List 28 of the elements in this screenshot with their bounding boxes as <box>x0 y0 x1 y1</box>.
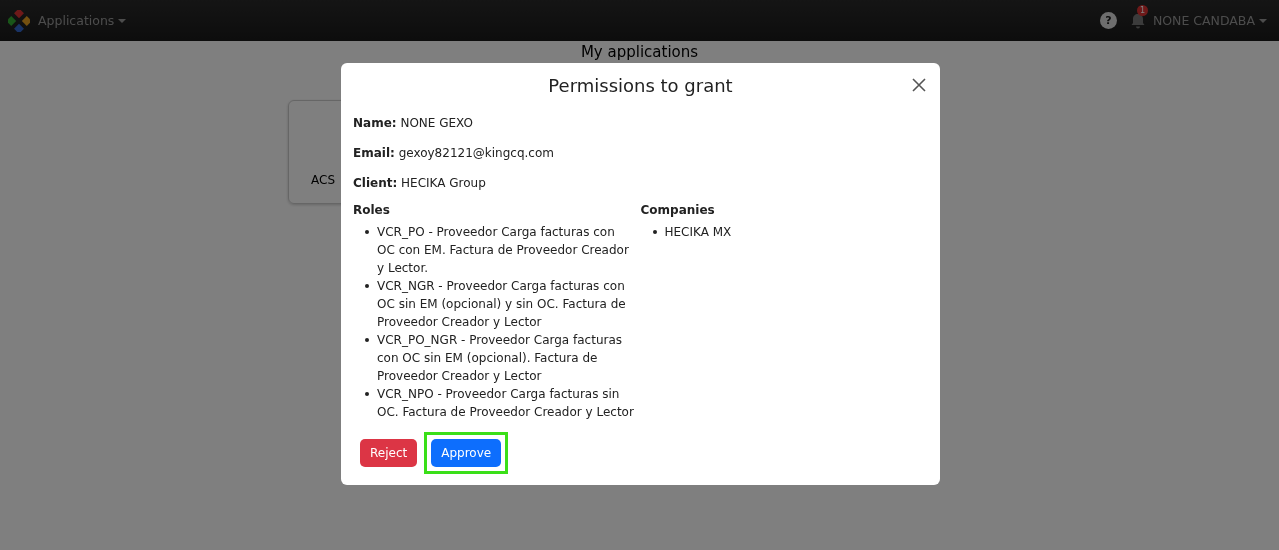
user-menu[interactable]: NONE CANDABA <box>1152 13 1267 28</box>
bullet-icon <box>652 230 657 234</box>
section-heading: Roles <box>353 203 391 217</box>
bullet-icon <box>365 284 369 288</box>
role-item: VCR_NGR - Proveedor Carga facturas con OC sin EM (opcional) y sin OC. Factura de Proveedor Creador y Lector <box>377 278 627 331</box>
detail-text: Name: NONE GEXO <box>353 115 474 131</box>
modal-title: Permissions to grant <box>548 75 733 96</box>
role-item: VCR_PO_NGR - Proveedor Carga facturas con OC sin EM (opcional). Factura de Proveedor Creador y Lector <box>377 332 624 385</box>
caret-icon <box>1259 18 1267 23</box>
approve-button[interactable]: Approve <box>431 439 502 467</box>
applications-menu[interactable]: Applications <box>38 13 127 28</box>
notification-badge: 1 <box>1136 4 1148 16</box>
role-item: VCR_PO - Proveedor Carga facturas con OC con EM. Factura de Proveedor Creador y Lector. <box>377 224 630 277</box>
caret-icon <box>118 18 127 23</box>
role-item: VCR_NPO - Proveedor Carga facturas sin OC. Factura de Proveedor Creador y Lector <box>377 386 635 421</box>
close-icon[interactable] <box>912 78 926 92</box>
detail-text: Client: HECIKA Group <box>353 175 487 191</box>
app-card-label: ACS <box>311 173 335 187</box>
bullet-icon <box>365 338 369 342</box>
logo-icon <box>8 9 30 32</box>
detail-text: Email: gexoy82121@kingcq.com <box>353 145 555 161</box>
bullet-icon <box>365 230 369 234</box>
bullet-icon <box>365 392 369 396</box>
company-item: HECIKA MX <box>664 224 732 241</box>
section-heading: Companies <box>640 203 716 217</box>
page-title: My applications <box>580 43 699 61</box>
reject-button[interactable]: Reject <box>360 439 418 467</box>
help-icon[interactable]: ? <box>1099 12 1117 29</box>
